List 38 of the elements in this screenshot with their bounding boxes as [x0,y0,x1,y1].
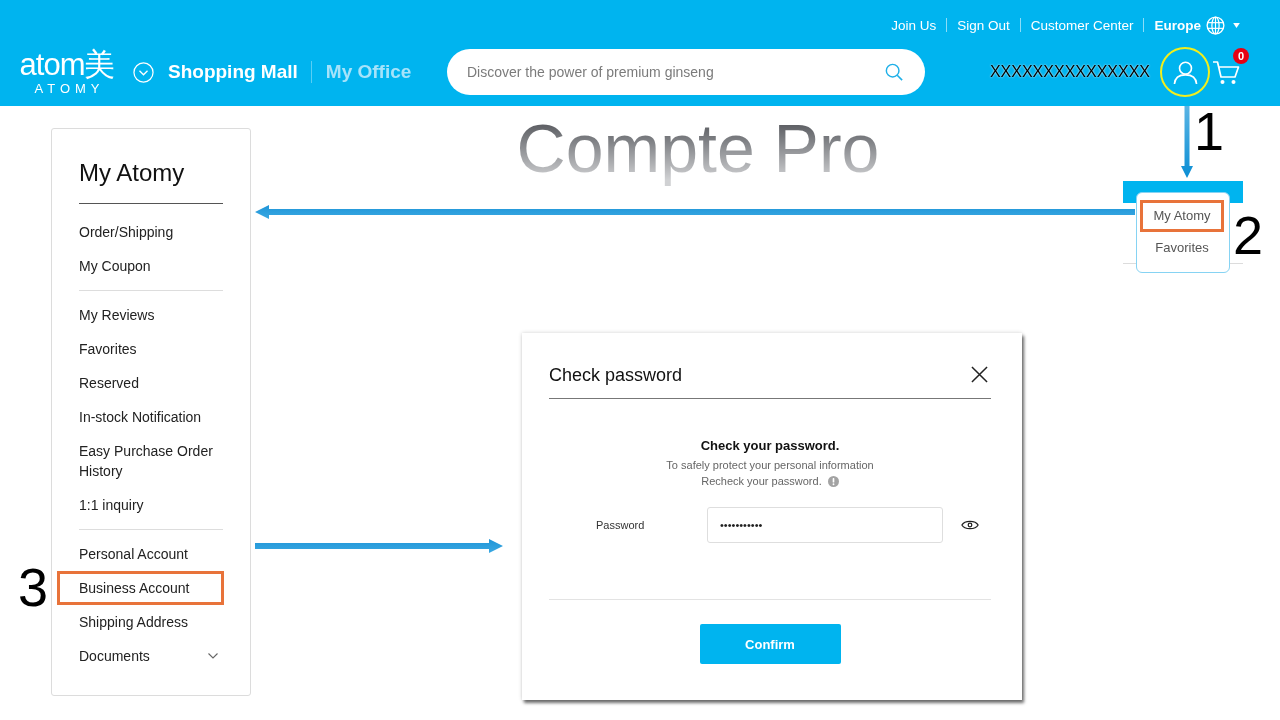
search-icon[interactable] [885,63,903,81]
sidebar-item[interactable]: Easy Purchase Order History [57,434,224,488]
close-icon[interactable] [971,366,988,383]
field-label: Password [596,519,645,531]
chevron-down-icon [208,653,218,659]
password-field[interactable]: ••••••••••• [707,507,943,543]
user-menu-item[interactable]: Favorites [1140,232,1224,264]
sidebar-item[interactable]: Business Account [57,571,224,605]
cart-count-badge: 0 [1233,48,1249,64]
user-name: XXXXXXXXXXXXXXX [989,63,1150,81]
dialog-title: Check password [549,364,683,387]
user-icon [1172,59,1198,85]
user-menu-item[interactable]: My Atomy [1140,200,1224,232]
dialog-message: To safely protect your personal information [666,458,874,473]
dialog-message: Recheck your password. [701,474,822,489]
search-field[interactable]: Discover the power of premium ginseng [447,49,925,95]
dialog-heading: Check your password. [700,437,840,455]
step-number: 3 [18,560,49,614]
sidebar-item[interactable]: Personal Account [57,537,224,571]
globe-icon [1206,15,1225,35]
sidebar-item[interactable]: Order/Shipping [57,215,224,249]
sidebar-item[interactable]: Reserved [57,366,224,400]
sidebar-item[interactable]: My Reviews [57,298,224,332]
sidebar-item[interactable]: My Coupon [57,249,224,283]
sidebar-item[interactable]: Documents [57,639,224,673]
step-number: 2 [1233,208,1264,262]
sidebar-item[interactable]: Shipping Address [57,605,224,639]
sidebar-item[interactable]: In-stock Notification [57,400,224,434]
logo-tagline: ATOMY [33,80,105,96]
info-icon [827,475,839,487]
step-number: 1 [1194,104,1225,158]
sidebar-item[interactable]: 1:1 inquiry [57,488,224,522]
eye-icon[interactable] [961,518,979,532]
sidebar-item[interactable]: Favorites [57,332,224,366]
caret-icon [1233,22,1240,28]
down-arrow [1181,106,1193,178]
cart-icon[interactable] [1212,59,1240,85]
sidebar-title: My Atomy [79,158,186,188]
